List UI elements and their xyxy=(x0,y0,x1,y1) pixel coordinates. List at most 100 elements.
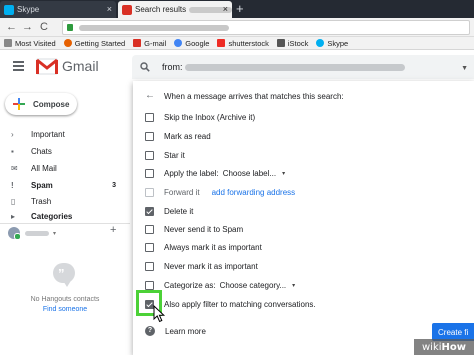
trash-icon: ▯ xyxy=(11,196,16,206)
option-never-spam[interactable]: Never send it to Spam xyxy=(145,222,243,236)
checkbox[interactable] xyxy=(145,187,154,197)
redacted-username xyxy=(25,230,49,236)
redacted-query xyxy=(184,63,405,71)
label-select[interactable]: Choose label... xyxy=(223,169,276,178)
shutterstock-icon xyxy=(217,39,226,47)
chevron-down-icon[interactable]: ▾ xyxy=(282,170,285,177)
checkbox[interactable] xyxy=(145,242,154,252)
back-arrow-icon[interactable]: ← xyxy=(145,90,155,101)
search-icon[interactable] xyxy=(140,62,150,72)
close-tab-icon[interactable]: × xyxy=(223,4,228,14)
option-star-it[interactable]: Star it xyxy=(145,148,185,162)
skype-icon xyxy=(316,39,325,47)
option-delete-it[interactable]: Delete it xyxy=(145,204,193,218)
option-label: Delete it xyxy=(164,206,194,216)
tab-search-results[interactable]: Search results × xyxy=(118,1,232,18)
skype-favicon-icon xyxy=(4,4,14,15)
bookmark-skype[interactable]: Skype xyxy=(316,39,348,48)
bookmark-label: G-mail xyxy=(144,38,167,48)
option-apply-label[interactable]: Apply the label: Choose label... ▾ xyxy=(145,166,285,180)
option-never-important[interactable]: Never mark it as important xyxy=(145,259,258,273)
sidebar-item-label: Chats xyxy=(31,146,52,156)
firefox-icon xyxy=(63,39,72,47)
option-label: Skip the Inbox (Archive it) xyxy=(164,112,256,122)
bookmark-google[interactable]: Google xyxy=(174,39,209,48)
bookmark-label: Most Visited xyxy=(15,38,56,48)
search-bar[interactable]: from: ▼ xyxy=(132,55,474,79)
option-skip-inbox[interactable]: Skip the Inbox (Archive it) xyxy=(145,110,255,124)
wikihow-watermark: wiki How xyxy=(414,339,474,355)
option-label: Never send it to Spam xyxy=(164,224,244,234)
option-categorize[interactable]: Categorize as: Choose category... ▾ xyxy=(145,278,295,292)
mouse-cursor-icon xyxy=(153,305,166,323)
no-hangouts-text: No Hangouts contacts xyxy=(30,296,100,303)
main-menu-icon[interactable] xyxy=(13,61,24,73)
checkbox[interactable] xyxy=(145,131,154,141)
gmail-icon xyxy=(133,39,142,47)
bookmark-label: shutterstock xyxy=(228,38,269,48)
sidebar-item-spam[interactable]: ! Spam 3 xyxy=(0,178,130,192)
gear-icon xyxy=(4,39,12,47)
checkbox-checked[interactable] xyxy=(145,206,154,216)
checkbox[interactable] xyxy=(145,261,154,271)
google-icon xyxy=(174,39,183,47)
sidebar-item-trash[interactable]: ▯ Trash xyxy=(0,194,130,208)
option-label: Star it xyxy=(164,150,185,160)
find-someone-link[interactable]: Find someone xyxy=(0,306,130,313)
gmail-header: Gmail from: ▼ xyxy=(0,50,474,83)
close-tab-icon[interactable]: × xyxy=(107,4,112,14)
app-name: Gmail xyxy=(62,58,99,74)
bookmark-gmail[interactable]: G-mail xyxy=(133,39,166,48)
checkbox[interactable] xyxy=(145,168,154,178)
learn-more-link[interactable]: ? Learn more xyxy=(145,326,206,336)
sidebar: Compose › Important ▪ Chats ✉ All Mail !… xyxy=(0,83,132,355)
sidebar-item-label: Spam xyxy=(31,180,53,190)
istock-icon xyxy=(276,39,285,47)
bookmark-shutterstock[interactable]: shutterstock xyxy=(217,38,269,48)
option-label: Apply the label: xyxy=(164,168,219,178)
option-label: Always mark it as important xyxy=(164,242,262,252)
checkbox[interactable] xyxy=(145,224,154,234)
forward-button[interactable]: → xyxy=(22,20,33,34)
bookmark-most-visited[interactable]: Most Visited xyxy=(4,39,56,48)
sidebar-item-important[interactable]: › Important xyxy=(0,127,130,141)
sidebar-item-chats[interactable]: ▪ Chats xyxy=(0,144,130,158)
unread-count: 3 xyxy=(112,181,116,189)
option-label: Never mark it as important xyxy=(164,261,258,271)
checkbox[interactable] xyxy=(145,280,154,290)
tab-skype[interactable]: Skype × xyxy=(0,1,116,18)
bookmark-label: Google xyxy=(185,38,210,48)
add-forwarding-address-link[interactable]: add forwarding address xyxy=(212,188,296,197)
option-label: Also apply filter to matching conversati… xyxy=(164,299,316,309)
compose-plus-icon xyxy=(13,98,25,110)
bookmark-istock[interactable]: iStock xyxy=(276,39,308,48)
search-options-icon[interactable]: ▼ xyxy=(461,65,468,72)
bookmark-getting-started[interactable]: Getting Started xyxy=(63,39,125,48)
compose-button[interactable]: Compose xyxy=(5,93,77,115)
avatar xyxy=(8,227,21,240)
bookmarks-bar: Most Visited Getting Started G-mail Goog… xyxy=(0,37,474,50)
reload-button[interactable]: C xyxy=(40,20,48,34)
new-tab-button[interactable]: + xyxy=(236,2,244,15)
sidebar-item-categories[interactable]: ▸ Categories xyxy=(0,209,130,223)
option-mark-read[interactable]: Mark as read xyxy=(145,129,211,143)
filter-heading: When a message arrives that matches this… xyxy=(164,92,344,101)
sidebar-item-all-mail[interactable]: ✉ All Mail xyxy=(0,161,130,175)
option-label: Mark as read xyxy=(164,131,211,141)
tab-title: Search results xyxy=(135,5,187,14)
chevron-down-icon[interactable]: ▾ xyxy=(292,282,295,289)
option-apply-to-matching[interactable]: Also apply filter to matching conversati… xyxy=(145,297,316,311)
help-icon: ? xyxy=(145,326,155,336)
checkbox[interactable] xyxy=(145,112,154,122)
option-always-important[interactable]: Always mark it as important xyxy=(145,240,262,254)
option-label: Categorize as: xyxy=(164,280,216,290)
tab-title: Skype xyxy=(17,5,40,14)
checkbox[interactable] xyxy=(145,150,154,160)
option-forward-it[interactable]: Forward it add forwarding address xyxy=(145,185,295,199)
address-bar[interactable] xyxy=(62,20,470,35)
browser-toolbar: ← → C xyxy=(0,18,474,37)
back-button[interactable]: ← xyxy=(6,20,17,34)
hangouts-user[interactable]: ▾ xyxy=(8,227,56,240)
add-contact-button[interactable]: + xyxy=(110,224,116,236)
category-select[interactable]: Choose category... xyxy=(220,281,287,290)
